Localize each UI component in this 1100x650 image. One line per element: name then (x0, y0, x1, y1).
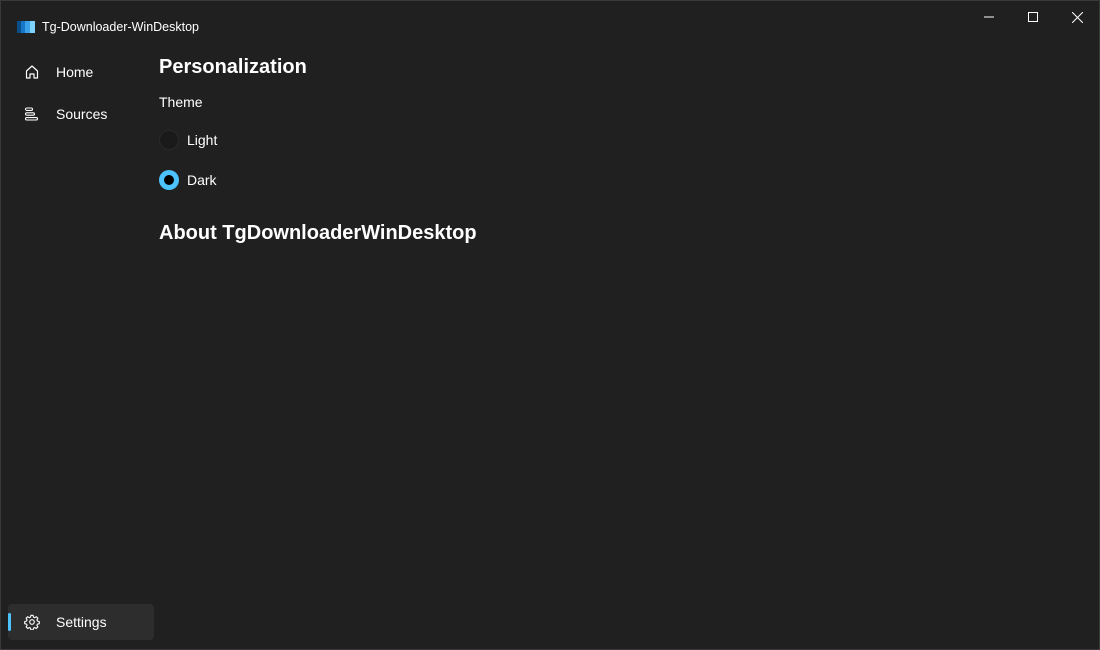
selection-indicator (8, 613, 11, 631)
app-window: Tg-Downloader-WinDesktop Home Sources Se… (0, 0, 1100, 650)
title-bar[interactable]: Tg-Downloader-WinDesktop (1, 1, 1099, 34)
radio-unchecked-icon[interactable] (159, 130, 179, 150)
close-button[interactable] (1055, 1, 1099, 33)
theme-radio-dark[interactable]: Dark (159, 169, 217, 191)
close-icon (1071, 11, 1083, 23)
nav-item-home-label: Home (56, 64, 94, 80)
gear-icon (24, 614, 40, 630)
theme-label: Theme (159, 94, 203, 110)
about-heading: About TgDownloaderWinDesktop (159, 222, 477, 244)
home-icon (25, 65, 39, 79)
window-title: Tg-Downloader-WinDesktop (42, 20, 200, 34)
nav-item-settings[interactable]: Settings (8, 604, 154, 640)
nav-item-home[interactable]: Home (8, 54, 154, 90)
maximize-icon (1028, 12, 1038, 22)
nav-item-sources-label: Sources (56, 106, 108, 122)
minimize-button[interactable] (967, 1, 1011, 33)
app-logo-icon (17, 21, 35, 33)
nav-item-settings-label: Settings (56, 614, 107, 630)
radio-dot (164, 175, 174, 185)
personalization-heading: Personalization (159, 56, 307, 78)
theme-radio-dark-label[interactable]: Dark (187, 172, 217, 188)
minimize-icon (984, 16, 994, 18)
radio-checked-icon[interactable] (159, 170, 179, 190)
maximize-button[interactable] (1011, 1, 1055, 33)
theme-radio-light-label[interactable]: Light (187, 132, 217, 148)
nav-item-sources[interactable]: Sources (8, 96, 154, 132)
theme-radio-light[interactable]: Light (159, 129, 217, 151)
list-icon (24, 107, 39, 121)
